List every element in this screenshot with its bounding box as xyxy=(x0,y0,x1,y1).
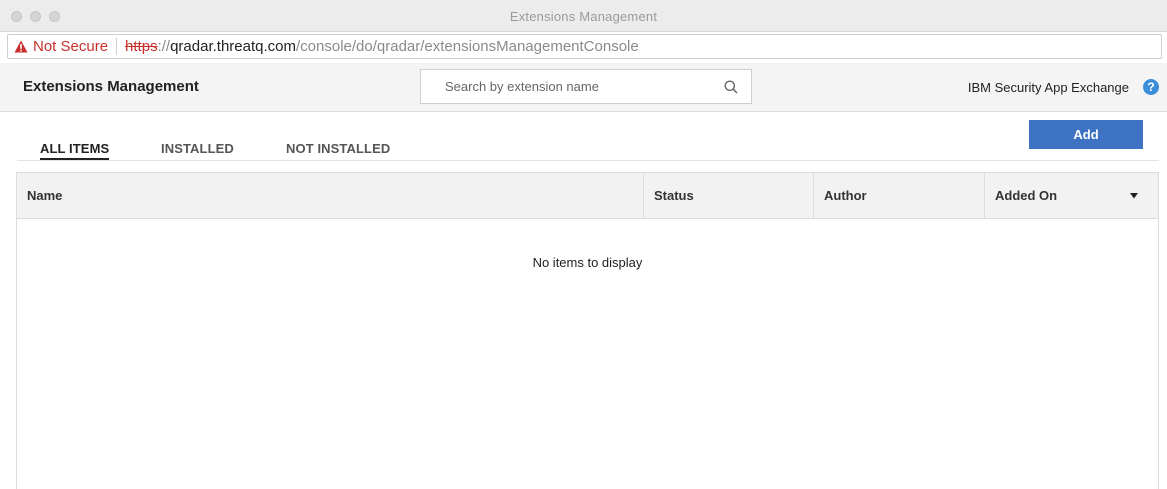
address-bar[interactable]: Not Secure https :// qradar.threatq.com … xyxy=(7,34,1162,59)
column-header-added-on-label: Added On xyxy=(995,188,1058,203)
add-button[interactable]: Add xyxy=(1029,120,1143,149)
caret-down-icon[interactable] xyxy=(1130,193,1138,199)
help-icon[interactable]: ? xyxy=(1143,79,1159,95)
address-divider xyxy=(116,38,118,55)
page-title: Extensions Management xyxy=(23,78,199,95)
column-header-author[interactable]: Author xyxy=(814,173,985,219)
filter-tabs: ALL ITEMS INSTALLED NOT INSTALLED xyxy=(0,112,1167,161)
window-title: Extensions Management xyxy=(509,9,658,24)
column-header-status[interactable]: Status xyxy=(644,173,814,219)
app-exchange-link[interactable]: IBM Security App Exchange xyxy=(968,80,1129,95)
security-status[interactable]: Not Secure xyxy=(33,38,108,55)
window-titlebar: Extensions Management xyxy=(0,0,1167,32)
search-box[interactable] xyxy=(420,69,752,104)
search-input[interactable] xyxy=(421,70,711,103)
url-host: qradar.threatq.com xyxy=(170,38,296,55)
table-header: Name Status Author Added On xyxy=(17,173,1158,219)
tab-not-installed[interactable]: NOT INSTALLED xyxy=(286,141,390,156)
empty-state-message: No items to display xyxy=(532,255,643,270)
tabs-divider xyxy=(17,160,1159,161)
column-header-added-on[interactable]: Added On xyxy=(985,173,1158,219)
url-scheme-suffix: :// xyxy=(157,38,171,55)
search-icon[interactable] xyxy=(724,80,738,94)
extensions-table: Name Status Author Added On No items to … xyxy=(16,172,1159,489)
url-path: /console/do/qradar/extensionsManagementC… xyxy=(296,38,639,55)
tab-all-items[interactable]: ALL ITEMS xyxy=(40,141,110,161)
url-scheme: https xyxy=(125,38,158,55)
app-header: Extensions Management IBM Security App E… xyxy=(0,63,1167,112)
column-header-name[interactable]: Name xyxy=(17,173,644,219)
tab-installed[interactable]: INSTALLED xyxy=(161,141,234,156)
warning-triangle-icon xyxy=(14,40,28,53)
